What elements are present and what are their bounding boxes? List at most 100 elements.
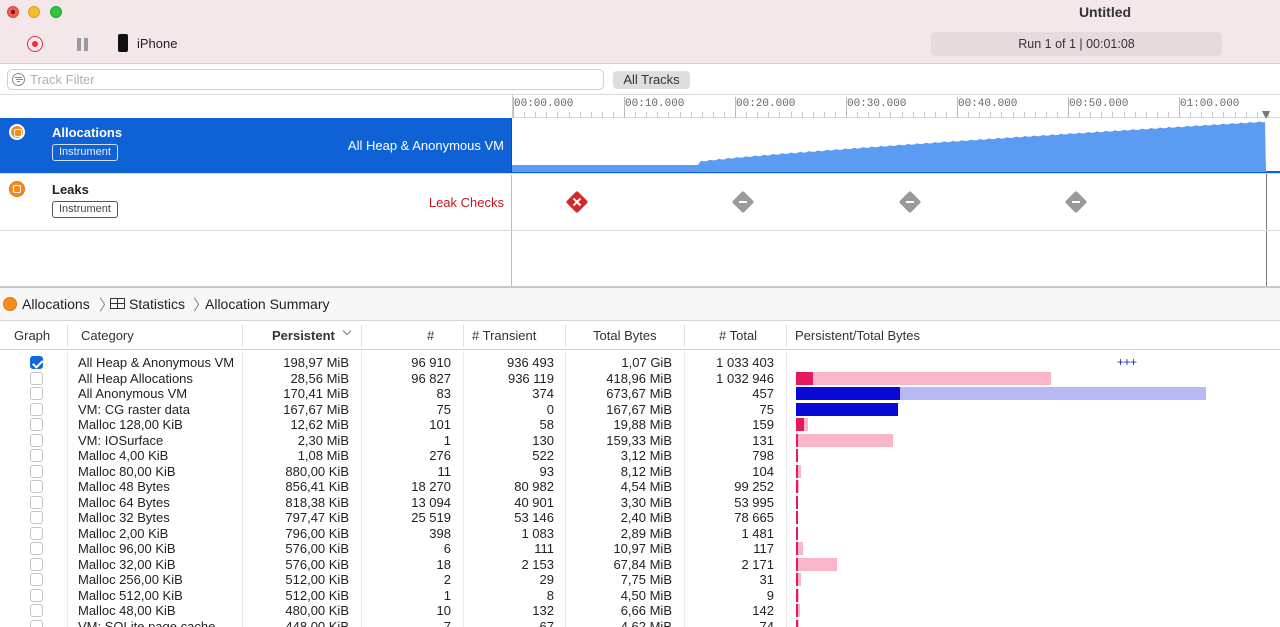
persistent-cell: 818,38 KiB — [285, 494, 349, 510]
table-row[interactable]: Malloc 48 Bytes 856,41 KiB 18 270 80 982 4,5… — [0, 479, 1280, 495]
column-header-persistent[interactable]: Persistent — [272, 328, 335, 343]
column-header-transient[interactable]: # Transient — [472, 328, 536, 343]
persistent-cell: 28,56 MiB — [290, 370, 349, 386]
graph-checkbox[interactable] — [30, 604, 43, 617]
breadcrumb-instrument[interactable]: Allocations — [22, 296, 90, 312]
track-allocations[interactable]: Allocations Instrument All Heap & Anonym… — [0, 118, 1280, 174]
leaks-graph[interactable] — [512, 175, 1280, 230]
table-row[interactable]: All Heap & Anonymous VM 198,97 MiB 96 910 9… — [0, 355, 1280, 371]
allocations-graph[interactable] — [512, 118, 1280, 173]
persistent-bytes-bar — [796, 480, 798, 493]
graph-checkbox[interactable] — [30, 573, 43, 586]
column-divider[interactable] — [565, 325, 566, 347]
graph-checkbox[interactable] — [30, 433, 43, 447]
track-leaks[interactable]: Leaks Instrument Leak Checks — [0, 175, 1280, 231]
table-row[interactable]: Malloc 96,00 KiB 576,00 KiB 6 111 10,97 MiB 1… — [0, 541, 1280, 557]
graph-checkbox[interactable] — [30, 511, 43, 524]
transient-cell: 522 — [532, 448, 554, 463]
category-cell: Malloc 128,00 KiB — [78, 417, 183, 432]
column-divider[interactable] — [463, 325, 464, 347]
breadcrumb-detail[interactable]: Allocation Summary — [205, 296, 330, 312]
table-row[interactable]: Malloc 64 Bytes 818,38 KiB 13 094 40 901 3,3… — [0, 495, 1280, 511]
graph-checkbox[interactable] — [30, 526, 43, 540]
graph-checkbox[interactable] — [30, 495, 43, 509]
table-row[interactable]: Malloc 48,00 KiB 480,00 KiB 10 132 6,66 MiB 1… — [0, 603, 1280, 619]
record-button[interactable] — [27, 36, 43, 52]
graph-checkbox[interactable] — [30, 542, 43, 555]
table-row[interactable]: All Heap Allocations 28,56 MiB 96 827 936 1… — [0, 371, 1280, 387]
total-bytes-cell: 2,40 MiB — [620, 510, 672, 525]
table-row[interactable]: Malloc 32,00 KiB 576,00 KiB 18 2 153 67,84 M… — [0, 557, 1280, 573]
track-detail-selector[interactable]: All Heap & Anonymous VM — [348, 138, 504, 153]
column-header-ratio[interactable]: Persistent/Total Bytes — [795, 328, 920, 343]
statistics-table[interactable]: All Heap & Anonymous VM 198,97 MiB 96 910 9… — [0, 351, 1280, 627]
transient-cell: 374 — [532, 386, 554, 401]
column-divider[interactable] — [684, 325, 685, 347]
column-divider[interactable] — [786, 325, 787, 347]
table-row[interactable]: Malloc 32 Bytes 797,47 KiB 25 519 53 146 2,4… — [0, 510, 1280, 526]
all-tracks-button[interactable]: All Tracks — [613, 71, 690, 89]
column-divider[interactable] — [361, 325, 362, 347]
timeline-ruler[interactable]: 00:00.000 00:10.000 00:20.000 00:30.000 00:4… — [512, 95, 1280, 118]
breadcrumb-view[interactable]: Statistics — [129, 296, 185, 312]
total-bytes-bar — [796, 557, 838, 571]
window-title: Untitled — [1078, 4, 1132, 20]
category-cell: VM: SQLite page cache — [78, 618, 216, 627]
allocations-instrument-icon[interactable] — [9, 124, 25, 140]
table-row[interactable]: Malloc 4,00 KiB 1,08 MiB 276 522 3,12 MiB 798 — [0, 448, 1280, 464]
leak-check-ok-icon[interactable] — [898, 190, 921, 214]
track-filter-input[interactable] — [30, 71, 590, 88]
track-allocations-info[interactable]: Allocations Instrument All Heap & Anonym… — [0, 118, 512, 173]
graph-checkbox[interactable] — [30, 588, 43, 602]
transient-cell: 2 153 — [521, 556, 554, 572]
track-filter-field[interactable] — [7, 69, 604, 90]
table-row[interactable]: Malloc 80,00 KiB 880,00 KiB 11 93 8,12 MiB 10… — [0, 464, 1280, 480]
column-divider[interactable] — [67, 325, 68, 347]
ruler-tick-label: 00:10.000 — [625, 98, 685, 110]
sort-descending-icon[interactable] — [342, 326, 352, 336]
graph-checkbox[interactable] — [30, 619, 43, 627]
minimize-window-button[interactable] — [28, 6, 40, 18]
persistent-bytes-bar — [796, 449, 798, 462]
graph-checkbox[interactable] — [30, 449, 43, 462]
leak-found-icon[interactable] — [565, 190, 588, 214]
graph-checkbox[interactable] — [30, 387, 43, 400]
track-detail-selector[interactable]: Leak Checks — [429, 195, 504, 210]
graph-checkbox[interactable] — [30, 356, 43, 369]
total-bytes-cell: 418,96 MiB — [606, 370, 672, 386]
graph-checkbox[interactable] — [30, 480, 43, 493]
pause-button[interactable] — [77, 38, 89, 51]
close-window-button[interactable] — [7, 6, 19, 18]
column-header-total[interactable]: # Total — [719, 328, 757, 343]
iphone-icon[interactable] — [118, 34, 128, 52]
track-leaks-info[interactable]: Leaks Instrument Leak Checks — [0, 175, 512, 230]
column-divider[interactable] — [242, 325, 243, 347]
graph-checkbox[interactable] — [30, 371, 43, 385]
table-row[interactable]: Malloc 256,00 KiB 512,00 KiB 2 29 7,75 MiB 31 — [0, 572, 1280, 588]
table-row[interactable]: Malloc 512,00 KiB 512,00 KiB 1 8 4,50 MiB 9 — [0, 588, 1280, 604]
column-header-graph[interactable]: Graph — [14, 328, 50, 343]
total-bytes-cell: 4,54 MiB — [620, 479, 672, 494]
table-row[interactable]: All Anonymous VM 170,41 MiB 83 374 673,67 Mi… — [0, 386, 1280, 402]
persistent-bytes-bar — [796, 557, 798, 571]
column-header-category[interactable]: Category — [81, 328, 134, 343]
table-row[interactable]: VM: CG raster data 167,67 MiB 75 0 167,67 Mi… — [0, 402, 1280, 418]
target-device-selector[interactable]: iPhone — [137, 36, 177, 51]
graph-checkbox[interactable] — [30, 464, 43, 478]
leaks-instrument-icon[interactable] — [9, 181, 25, 197]
table-row[interactable]: VM: SQLite page cache 448,00 KiB 7 67 4,62 M… — [0, 619, 1280, 627]
leak-check-ok-icon[interactable] — [731, 190, 755, 214]
transient-cell: 132 — [532, 603, 554, 618]
column-header-total-bytes[interactable]: Total Bytes — [593, 328, 657, 343]
graph-checkbox[interactable] — [30, 557, 43, 571]
table-row[interactable]: Malloc 128,00 KiB 12,62 MiB 101 58 19,88 MiB… — [0, 417, 1280, 433]
column-header-count[interactable]: # — [427, 328, 434, 343]
table-row[interactable]: VM: IOSurface 2,30 MiB 1 130 159,33 MiB 131 — [0, 433, 1280, 449]
leak-check-ok-icon[interactable] — [1064, 190, 1088, 214]
graph-checkbox[interactable] — [30, 402, 43, 416]
graph-checkbox[interactable] — [30, 418, 43, 431]
persistent-cell: 480,00 KiB — [285, 603, 349, 618]
zoom-window-button[interactable] — [50, 6, 62, 18]
table-row[interactable]: Malloc 2,00 KiB 796,00 KiB 398 1 083 2,89 Mi… — [0, 526, 1280, 542]
run-status-display: Run 1 of 1 | 00:01:08 — [931, 32, 1222, 56]
